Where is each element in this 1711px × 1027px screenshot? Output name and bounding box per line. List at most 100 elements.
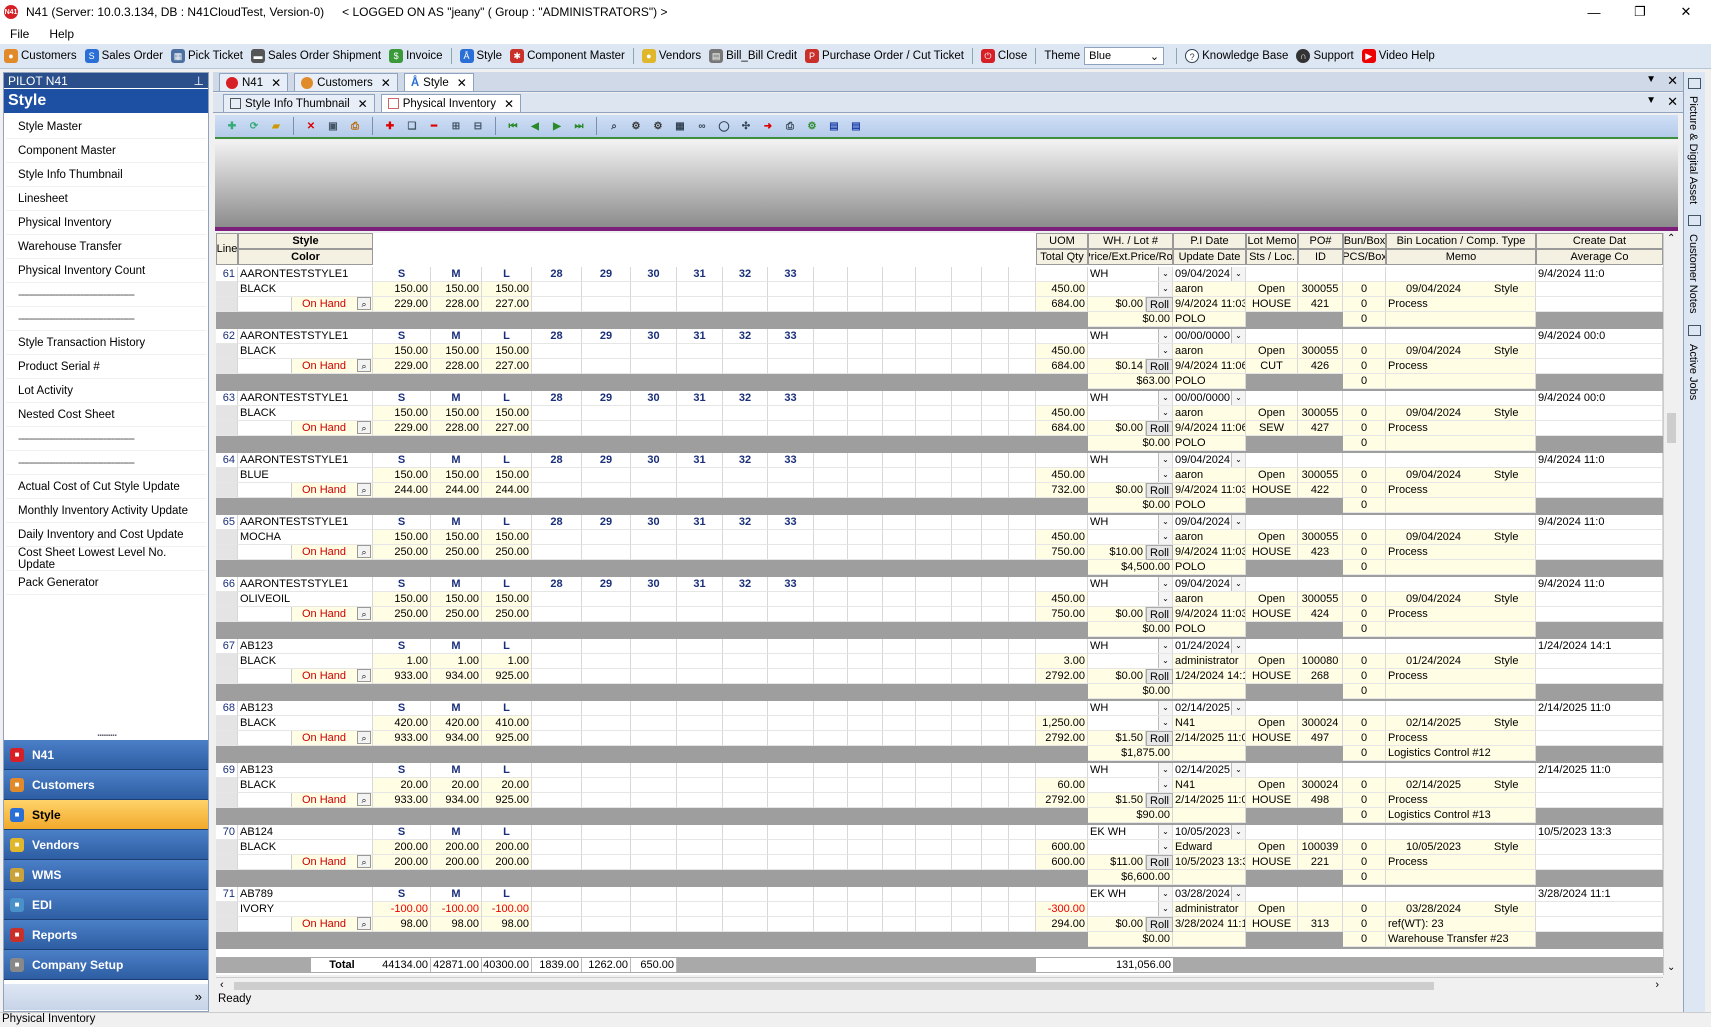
nav-item-15[interactable]: Actual Cost of Cut Style Update (6, 475, 206, 499)
warehouse-select[interactable]: WH ⌄ (1088, 391, 1173, 406)
column-header[interactable]: ID (1298, 249, 1343, 265)
size-qty[interactable]: 20.00 (373, 778, 431, 793)
printer-icon[interactable]: ⎙ (782, 118, 798, 134)
chevron-down-icon[interactable]: ⌄ (1158, 453, 1172, 467)
inventory-record[interactable]: 63 AARONTESTSTYLE1 BLACK On Hand ⌕ S 150.00 229… (216, 391, 1663, 453)
chevron-down-icon[interactable]: ⌄ (1231, 639, 1245, 653)
close-all-subtabs-icon[interactable]: ✕ (1667, 94, 1678, 110)
bin-location[interactable]: 03/28/2024 Style (1386, 902, 1536, 917)
column-header[interactable]: Total Qty (1036, 249, 1088, 265)
toolbar-invoice-button[interactable]: $ Invoice (385, 49, 446, 63)
remove-row-icon[interactable]: ━ (426, 118, 442, 134)
scroll-thumb[interactable] (234, 982, 1434, 990)
more-modules-button[interactable]: » (4, 984, 208, 1010)
inventory-record[interactable]: 66 AARONTESTSTYLE1 OLIVEOIL On Hand ⌕ S 150.00… (216, 577, 1663, 639)
toolbar-close-button[interactable]: ⏻ Close (977, 49, 1031, 63)
memo-line-1[interactable]: Process (1386, 669, 1536, 684)
chevron-down-icon[interactable]: ⌄ (1158, 592, 1172, 606)
vertical-scrollbar[interactable]: ⌃ ⌄ (1663, 233, 1679, 975)
size-qty[interactable]: 150.00 (482, 468, 532, 483)
toolbar-style-button[interactable]: Å Style (456, 49, 507, 63)
memo-line-1[interactable]: Process (1386, 545, 1536, 560)
knowledge-base-button[interactable]: ? Knowledge Base (1181, 49, 1292, 63)
memo-line-2[interactable] (1386, 684, 1536, 699)
size-qty[interactable]: 150.00 (431, 406, 482, 421)
memo-line-2[interactable]: Warehouse Transfer #23 (1386, 932, 1536, 947)
size-qty[interactable]: -100.00 (431, 902, 482, 917)
size-qty[interactable]: 150.00 (373, 344, 431, 359)
close-tab-icon[interactable]: ✕ (457, 76, 467, 90)
price-cell[interactable]: $0.00 (1088, 669, 1146, 684)
support-button[interactable]: ∩ Support (1292, 49, 1357, 63)
chevron-down-icon[interactable]: ⌄ (1231, 267, 1245, 281)
bin-location[interactable]: 09/04/2024 Style (1386, 282, 1536, 297)
size-qty[interactable]: 150.00 (431, 344, 482, 359)
style-code[interactable]: AARONTESTSTYLE1 (238, 391, 373, 406)
window-icon[interactable]: ⊟ (470, 118, 486, 134)
size-qty[interactable]: 150.00 (482, 406, 532, 421)
memo-line-1[interactable]: Process (1386, 421, 1536, 436)
roll-button[interactable]: Roll (1146, 793, 1173, 808)
close-tab-icon[interactable]: ✕ (381, 76, 391, 90)
layout-save-icon[interactable]: ▤ (848, 118, 864, 134)
chevron-down-icon[interactable]: ⌄ (1231, 701, 1245, 715)
gear-icon[interactable]: ⚙ (628, 118, 644, 134)
nav-item-16[interactable]: Monthly Inventory Activity Update (6, 499, 206, 523)
search-icon[interactable]: ⌕ (357, 483, 371, 496)
memo-line-1[interactable]: Process (1386, 855, 1536, 870)
chevron-down-icon[interactable]: ⌄ (1231, 825, 1245, 839)
toolbar-bill-button[interactable]: ▤ Bill_Bill Credit (705, 49, 801, 63)
memo-line-2[interactable] (1386, 560, 1536, 575)
column-header[interactable]: Sts / Loc. (1246, 249, 1298, 265)
nav-item-19[interactable]: Pack Generator (6, 571, 206, 595)
column-header[interactable]: PCS/Box (1343, 249, 1386, 265)
price-cell[interactable]: $11.00 (1088, 855, 1146, 870)
chevron-down-icon[interactable]: ⌄ (1158, 840, 1172, 854)
close-all-tabs-icon[interactable]: ✕ (1667, 73, 1678, 89)
size-qty[interactable]: 150.00 (431, 282, 482, 297)
size-qty[interactable]: 150.00 (373, 468, 431, 483)
horizontal-scrollbar[interactable]: ‹ › (216, 977, 1663, 993)
column-header[interactable]: Average Co (1536, 249, 1663, 265)
search-icon[interactable]: ⌕ (357, 607, 371, 620)
memo-line-2[interactable]: Logistics Control #13 (1386, 808, 1536, 823)
chevron-down-icon[interactable]: ⌄ (1158, 329, 1172, 343)
close-window-icon[interactable]: ✕ (1663, 0, 1709, 24)
new-icon[interactable]: ✚ (224, 118, 240, 134)
subtab-physical-inventory[interactable]: Physical Inventory ✕ (380, 94, 522, 112)
toolbar-customers-button[interactable]: ● Customers (0, 49, 81, 63)
column-header[interactable]: Bin Location / Comp. Type (1386, 233, 1536, 249)
size-qty[interactable]: 150.00 (431, 530, 482, 545)
tab-list-dropdown-icon[interactable]: ▼ (1646, 74, 1656, 85)
inventory-record[interactable]: 69 AB123 BLACK On Hand ⌕ S 20.00 933.00 M 20.00 93… (216, 763, 1663, 825)
warehouse-select[interactable]: WH ⌄ (1088, 453, 1173, 468)
pi-date-field[interactable]: 09/04/2024 ⌄ (1173, 515, 1246, 530)
copy-icon[interactable]: ❏ (404, 118, 420, 134)
style-code[interactable]: AB123 (238, 701, 373, 716)
nav-item-4[interactable]: Physical Inventory (6, 211, 206, 235)
price-cell[interactable]: $1.50 (1088, 731, 1146, 746)
lasso-icon[interactable]: ◯ (716, 118, 732, 134)
nav-item-3[interactable]: Linesheet (6, 187, 206, 211)
style-code[interactable]: AB124 (238, 825, 373, 840)
chevron-down-icon[interactable]: ⌄ (1158, 716, 1172, 730)
first-record-icon[interactable]: ⏮ (505, 118, 521, 134)
subtab-style-info-thumbnail[interactable]: Style Info Thumbnail ✕ (223, 94, 375, 112)
warehouse-select[interactable]: WH ⌄ (1088, 329, 1173, 344)
roll-button[interactable]: Roll (1146, 669, 1173, 684)
search-icon[interactable]: ⌕ (357, 669, 371, 682)
price-cell[interactable]: $0.00 (1088, 483, 1146, 498)
color-name[interactable]: BLACK (238, 282, 373, 297)
color-name[interactable]: BLUE (238, 468, 373, 483)
pi-date-field[interactable]: 02/14/2025 ⌄ (1173, 701, 1246, 716)
chevron-down-icon[interactable]: ⌄ (1158, 654, 1172, 668)
size-qty[interactable]: 200.00 (482, 840, 532, 855)
price-cell[interactable]: $1.50 (1088, 793, 1146, 808)
price-cell[interactable]: $0.00 (1088, 607, 1146, 622)
inventory-record[interactable]: 70 AB124 BLACK On Hand ⌕ S 200.00 200.00 M 200.00… (216, 825, 1663, 887)
size-qty[interactable]: 150.00 (373, 530, 431, 545)
column-header[interactable]: Create Dat (1536, 233, 1663, 249)
style-code[interactable]: AARONTESTSTYLE1 (238, 515, 373, 530)
pin-icon[interactable]: ⊥ (194, 74, 204, 88)
bin-location[interactable]: 09/04/2024 Style (1386, 406, 1536, 421)
